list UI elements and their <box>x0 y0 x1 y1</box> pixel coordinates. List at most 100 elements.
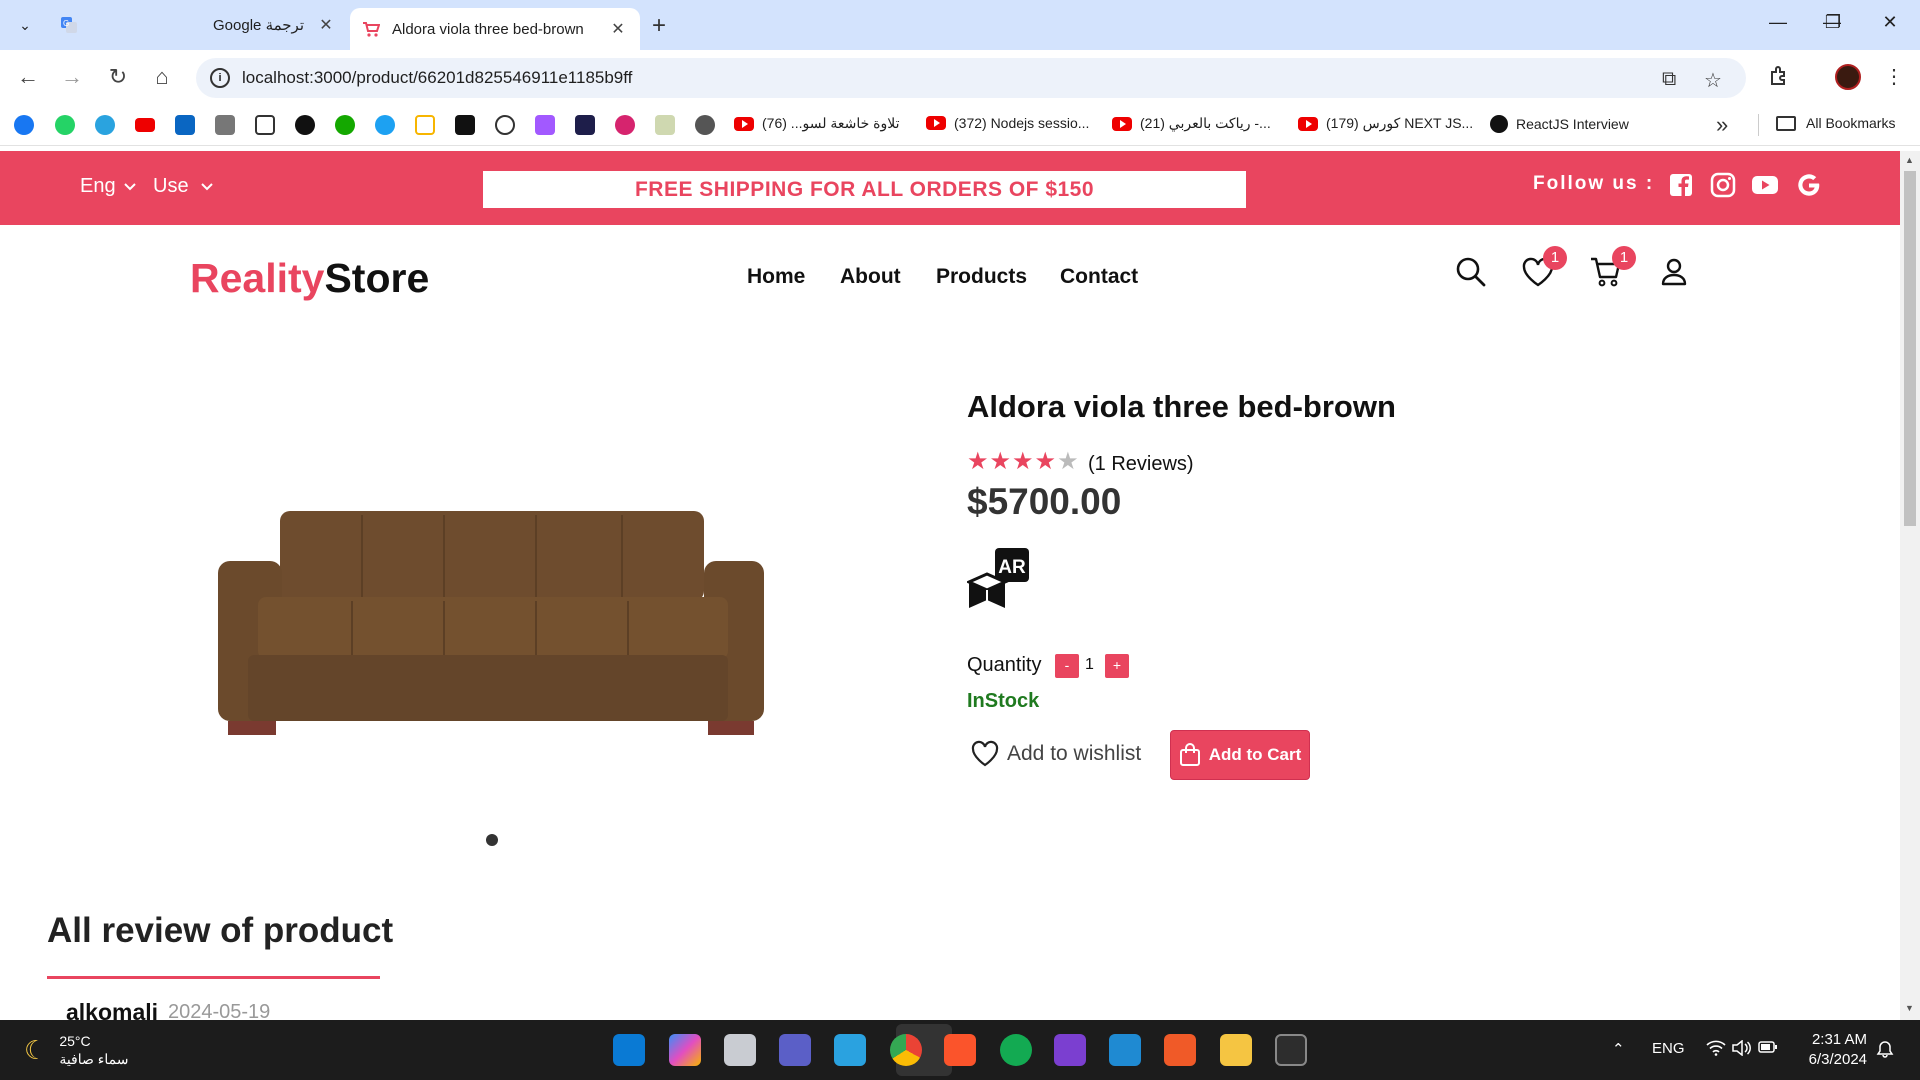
globe-bookmark-icon[interactable] <box>695 115 715 135</box>
site-bookmark-icon[interactable] <box>575 115 595 135</box>
task-view-icon[interactable] <box>724 1034 756 1066</box>
close-window-button[interactable]: ✕ <box>1870 12 1910 33</box>
page-scrollbar[interactable]: ▲ ▼ <box>1900 151 1920 1020</box>
product-price: $5700.00 <box>967 481 1122 522</box>
carousel-dot[interactable] <box>486 834 498 846</box>
battery-icon[interactable] <box>1758 1040 1778 1058</box>
ar-view-icon[interactable]: AR <box>965 546 1031 612</box>
wifi-icon[interactable] <box>1706 1040 1726 1060</box>
store-logo[interactable]: RealityStore <box>190 255 429 302</box>
moon-icon: ☾ <box>24 1034 48 1065</box>
bookmark-item[interactable]: (372) Nodejs sessio... <box>926 115 1089 131</box>
scroll-up-arrow-icon[interactable]: ▲ <box>1905 155 1914 165</box>
weather-description: سماء صافية <box>59 1051 129 1067</box>
open-in-app-icon[interactable]: ⧉ <box>1662 68 1676 91</box>
facebook-bookmark-icon[interactable] <box>14 115 34 135</box>
mongodb-compass-icon[interactable] <box>1000 1034 1032 1066</box>
search-icon[interactable] <box>1453 254 1489 290</box>
site-bookmark-icon[interactable] <box>455 115 475 135</box>
bookmark-item[interactable]: تلاوة خاشعة لسو... (76) <box>734 115 900 132</box>
system-clock[interactable]: 2:31 AM 6/3/2024 <box>1797 1030 1867 1070</box>
site-info-icon[interactable]: i <box>210 68 230 88</box>
add-to-cart-button[interactable]: Add to Cart <box>1170 730 1310 780</box>
site-bookmark-icon[interactable] <box>655 115 675 135</box>
github-icon <box>1490 115 1508 133</box>
terminal-icon[interactable] <box>1275 1034 1307 1066</box>
facebook-icon[interactable] <box>1668 172 1694 198</box>
bookmark-star-icon[interactable]: ☆ <box>1704 68 1722 93</box>
volume-icon[interactable] <box>1732 1039 1752 1060</box>
google-icon[interactable] <box>1796 172 1822 198</box>
product-image-sofa[interactable] <box>218 469 764 859</box>
all-bookmarks-button[interactable]: All Bookmarks <box>1776 115 1895 131</box>
quantity-decrease-button[interactable]: - <box>1055 654 1079 678</box>
bookmark-item[interactable]: (21) رياكت بالعربي -... <box>1112 115 1271 132</box>
tray-chevron-up-icon[interactable]: ⌃ <box>1612 1040 1625 1058</box>
profile-avatar[interactable] <box>1835 64 1861 90</box>
menu-kebab-icon[interactable]: ⋮ <box>1884 64 1904 89</box>
notification-bell-icon[interactable] <box>1876 1040 1894 1062</box>
back-icon[interactable]: ← <box>14 64 42 90</box>
visual-studio-icon[interactable] <box>1054 1034 1086 1066</box>
add-to-wishlist-button[interactable]: Add to wishlist <box>971 740 1141 768</box>
tab-close-icon[interactable]: ✕ <box>608 19 628 39</box>
windows-start-icon[interactable] <box>613 1034 645 1066</box>
scrollbar-thumb[interactable] <box>1904 171 1916 526</box>
chevron-down-icon <box>200 182 213 190</box>
tab-search-chevron-icon[interactable]: ⌄ <box>12 12 38 38</box>
nav-home[interactable]: Home <box>747 265 805 289</box>
site-bookmark-icon[interactable] <box>615 115 635 135</box>
language-dropdown[interactable]: Eng <box>80 175 136 198</box>
home-icon[interactable]: ⌂ <box>148 64 176 90</box>
figma-bookmark-icon[interactable] <box>535 115 555 135</box>
site-bookmark-icon[interactable] <box>255 115 275 135</box>
restore-button[interactable]: ❐ <box>1813 12 1853 33</box>
file-explorer-icon[interactable] <box>1220 1034 1252 1066</box>
bookmark-item[interactable]: (179) كورس NEXT JS... <box>1298 115 1473 132</box>
tab-product[interactable]: Aldora viola three bed-brown ✕ <box>350 8 640 50</box>
wps-office-icon[interactable] <box>1164 1034 1196 1066</box>
site-bookmark-icon[interactable] <box>415 115 435 135</box>
currency-dropdown[interactable]: Use <box>153 175 213 198</box>
reviews-count[interactable]: (1 Reviews) <box>1088 453 1194 476</box>
nav-about[interactable]: About <box>840 265 901 289</box>
vscode-icon[interactable] <box>1109 1034 1141 1066</box>
quantity-value[interactable]: 1 <box>1085 656 1094 674</box>
nav-products[interactable]: Products <box>936 265 1027 289</box>
tab-google-translate[interactable]: G Google ترجمة ✕ <box>48 8 348 42</box>
extensions-icon[interactable] <box>1768 64 1790 92</box>
bookmark-item[interactable]: ReactJS Interview <box>1490 115 1629 133</box>
bookmark-label: تلاوة خاشعة لسو... (76) <box>762 115 900 131</box>
tab-close-icon[interactable]: ✕ <box>316 15 336 35</box>
weather-widget[interactable]: ☾ 25°C سماء صافية <box>24 1032 128 1068</box>
site-bookmark-icon[interactable] <box>375 115 395 135</box>
site-bookmark-icon[interactable] <box>215 115 235 135</box>
reload-icon[interactable]: ↻ <box>104 64 132 90</box>
new-tab-button[interactable]: + <box>652 12 666 40</box>
openai-bookmark-icon[interactable] <box>495 115 515 135</box>
user-account-icon[interactable] <box>1656 254 1692 290</box>
quantity-increase-button[interactable]: + <box>1105 654 1129 678</box>
github-bookmark-icon[interactable] <box>295 115 315 135</box>
scroll-down-arrow-icon[interactable]: ▼ <box>1905 1003 1914 1013</box>
teams-icon[interactable] <box>779 1034 811 1066</box>
input-language[interactable]: ENG <box>1652 1040 1685 1057</box>
rating-stars: ★★★★★ <box>967 447 1080 476</box>
url-bar[interactable]: i localhost:3000/product/66201d825546911… <box>196 58 1746 98</box>
telegram-bookmark-icon[interactable] <box>95 115 115 135</box>
youtube-bookmark-icon[interactable] <box>135 118 155 132</box>
chrome-icon[interactable] <box>890 1034 922 1066</box>
forward-icon[interactable]: → <box>58 64 86 90</box>
instagram-icon[interactable] <box>1710 172 1736 198</box>
brave-icon[interactable] <box>944 1034 976 1066</box>
bookmarks-more-icon[interactable]: » <box>1716 112 1728 138</box>
whatsapp-bookmark-icon[interactable] <box>55 115 75 135</box>
youtube-icon[interactable] <box>1752 172 1778 198</box>
upwork-bookmark-icon[interactable] <box>335 115 355 135</box>
nav-contact[interactable]: Contact <box>1060 265 1138 289</box>
minimize-button[interactable]: — <box>1758 12 1798 33</box>
desktop-app-icon[interactable] <box>834 1034 866 1066</box>
copilot-icon[interactable] <box>669 1034 701 1066</box>
page-viewport: Eng Use FREE SHIPPING FOR ALL ORDERS OF … <box>0 151 1920 1020</box>
linkedin-bookmark-icon[interactable] <box>175 115 195 135</box>
